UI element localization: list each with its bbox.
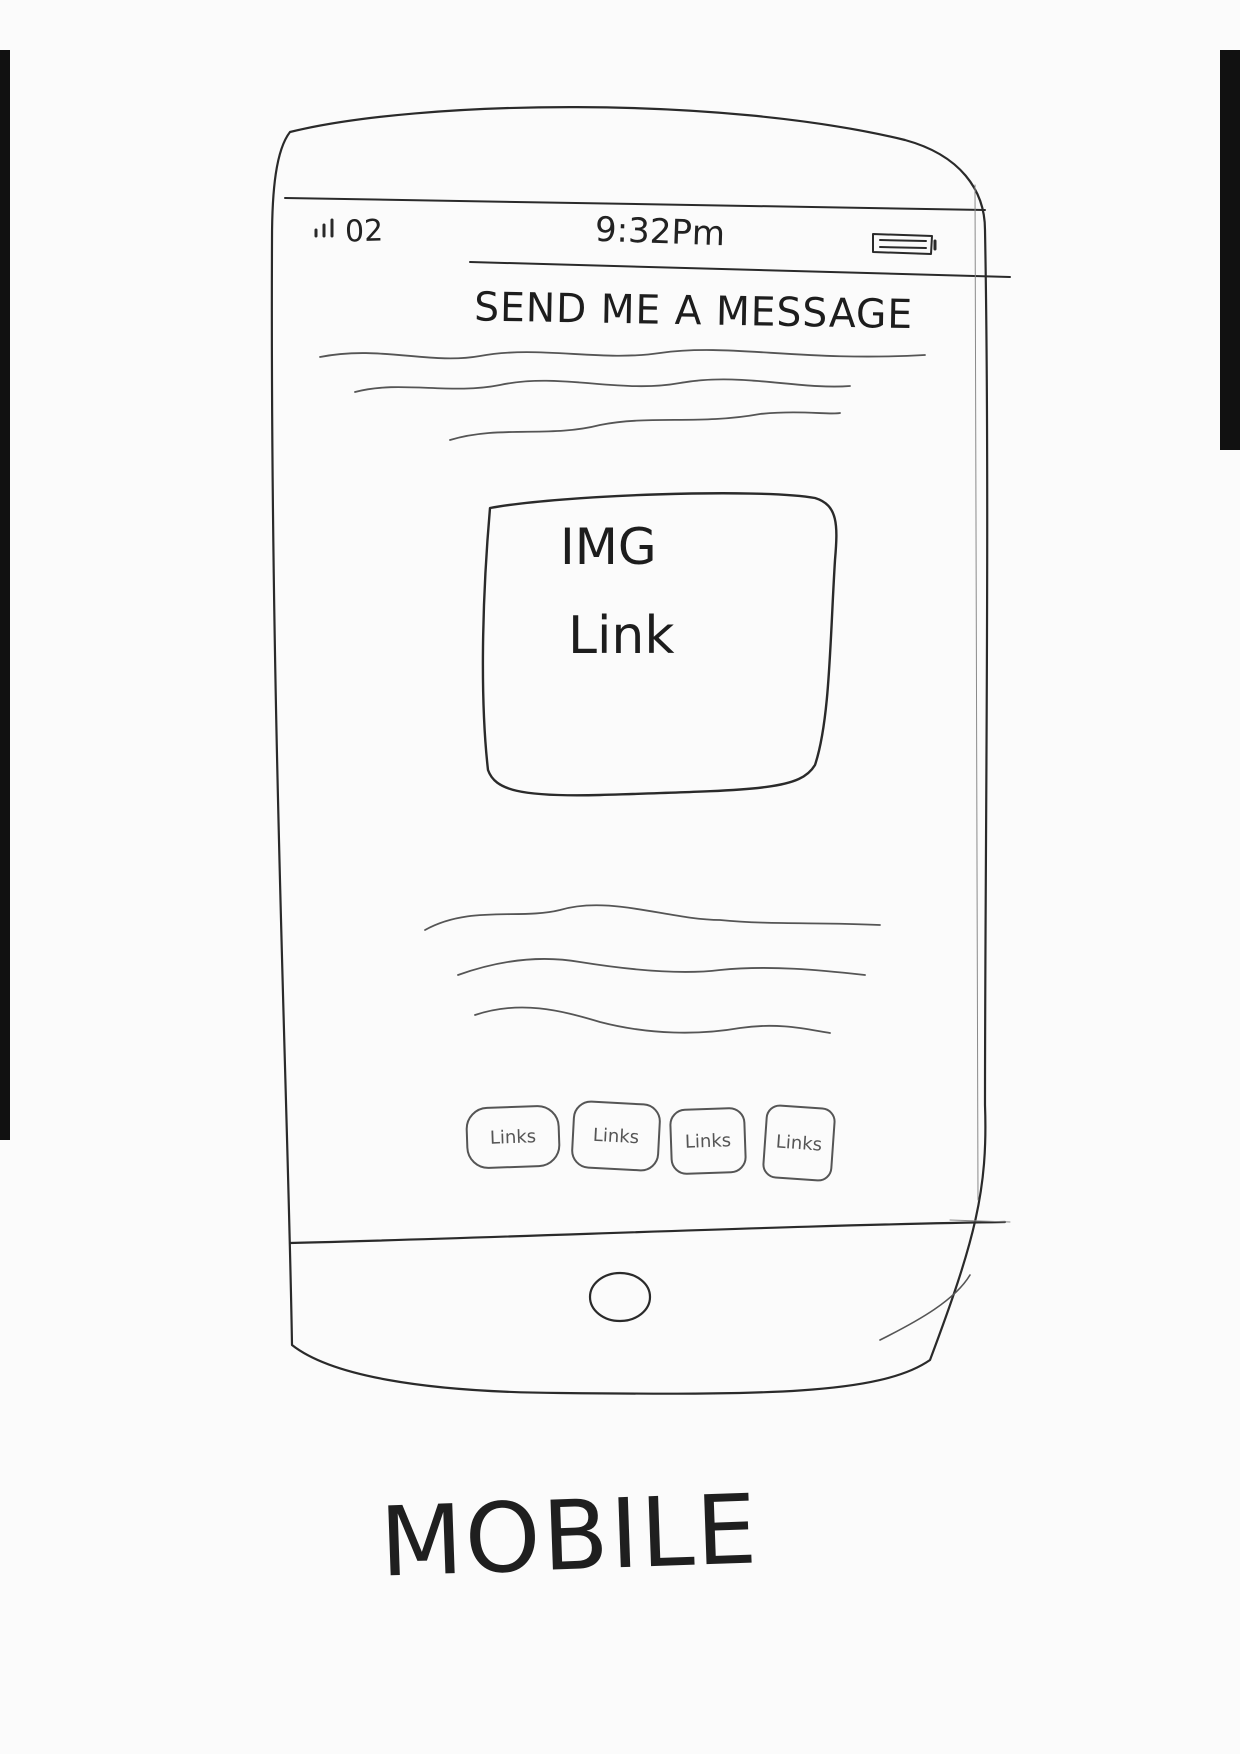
text-placeholder-bottom <box>424 904 881 1034</box>
status-carrier: 02 <box>344 213 384 250</box>
social-link-label: Links <box>775 1130 823 1156</box>
social-link-button[interactable]: Links <box>668 1106 748 1176</box>
social-link-button[interactable]: Links <box>761 1103 837 1183</box>
social-link-label: Links <box>592 1124 640 1148</box>
faint-guidelines <box>949 184 1011 1223</box>
link-label[interactable]: Link <box>568 606 675 666</box>
text-placeholder-top <box>319 349 926 441</box>
image-label: IMG <box>560 518 657 576</box>
signal-bars-icon <box>314 218 334 238</box>
page-title: SEND ME A MESSAGE <box>473 284 914 339</box>
social-link-label: Links <box>684 1129 732 1153</box>
social-link-label: Links <box>489 1125 537 1149</box>
social-links-row: Links Links Links Links <box>460 1099 840 1183</box>
sketch-caption: MOBILE <box>378 1473 761 1599</box>
battery-icon <box>872 233 937 255</box>
home-button-icon[interactable] <box>588 1271 652 1323</box>
social-link-button[interactable]: Links <box>464 1104 562 1170</box>
status-time: 9:32Pm <box>594 209 726 255</box>
social-link-button[interactable]: Links <box>570 1099 662 1173</box>
bottom-bezel <box>288 1220 1007 1323</box>
